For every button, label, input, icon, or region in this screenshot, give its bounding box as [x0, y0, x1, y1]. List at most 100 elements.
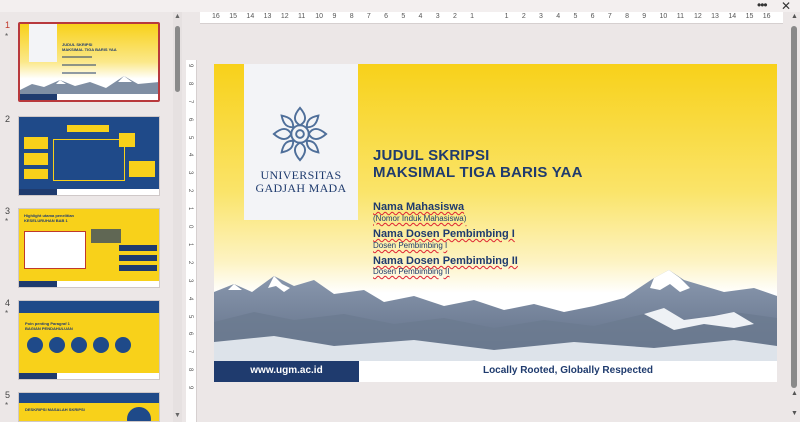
- vertical-ruler: 9 8 7 6 5 4 3 2 1 0 1 2 3 4 5 6 7 8 9: [186, 60, 197, 422]
- ruler-label: 14: [246, 13, 255, 20]
- supervisor1-name[interactable]: Nama Dosen Pembimbing I: [373, 228, 515, 240]
- ruler-label: 5: [187, 135, 193, 139]
- ruler-label: 11: [298, 13, 306, 20]
- university-name-line2: GADJAH MADA: [255, 181, 347, 195]
- thumbnail-number: 5: [5, 390, 11, 400]
- ruler-label: 5: [401, 13, 406, 20]
- thumb-footer: [20, 94, 158, 100]
- ruler-label: 16: [762, 13, 771, 20]
- scrollbar-thumb[interactable]: [791, 26, 797, 388]
- ruler-label: 7: [187, 350, 193, 354]
- ruler-label: 6: [384, 13, 389, 20]
- slide-title-line2[interactable]: MAKSIMAL TIGA BARIS YAA: [373, 164, 583, 181]
- thumb-circle: [49, 337, 65, 353]
- thumbnail-number: 2: [5, 114, 11, 124]
- thumb-circle: [71, 337, 87, 353]
- ruler-label: 3: [435, 13, 440, 20]
- ruler-label: 1: [470, 13, 475, 20]
- thumb-diagram: [53, 139, 125, 181]
- ruler-label: 9: [332, 13, 337, 20]
- scroll-up-icon[interactable]: ▲: [174, 13, 181, 20]
- ruler-label: 4: [187, 153, 193, 157]
- ruler-label: 1: [504, 13, 509, 20]
- thumbnail-star: *: [5, 401, 9, 410]
- slide-thumbnail-1[interactable]: JUDUL SKRIPSI MAKSIMAL TIGA BARIS YAA: [18, 22, 160, 102]
- thumb-title: Highlight utama penelitian KESELURUHAN B…: [24, 213, 75, 223]
- slide-canvas[interactable]: UNIVERSITAS GADJAH MADA JUDUL SKRIPSI MA…: [214, 64, 777, 382]
- ruler-label: 9: [187, 64, 193, 68]
- scrollbar-thumb[interactable]: [175, 26, 180, 92]
- ruler-label: 13: [711, 13, 719, 20]
- ruler-label: 2: [521, 13, 526, 20]
- ruler-label: 3: [539, 13, 543, 20]
- ruler-label: 7: [187, 99, 193, 104]
- thumb-logo-box: [29, 24, 57, 62]
- thumbnail-star: *: [5, 217, 9, 226]
- thumb-block: [119, 265, 157, 271]
- thumb-block: [119, 255, 157, 261]
- ruler-label: 12: [280, 13, 289, 20]
- ruler-label: 6: [187, 332, 193, 336]
- thumb-block: [119, 245, 157, 251]
- supervisor1-role[interactable]: Dosen Pembimbing I: [373, 241, 447, 250]
- footer-tagline[interactable]: Locally Rooted, Globally Respected: [359, 365, 777, 376]
- thumb-circle: [127, 407, 151, 421]
- ruler-label: 11: [676, 13, 684, 20]
- slide-title-line1[interactable]: JUDUL SKRIPSI: [373, 147, 490, 164]
- ruler-label: 2: [452, 13, 457, 20]
- student-name[interactable]: Nama Mahasiswa: [373, 201, 464, 213]
- thumb-text-line: [62, 56, 92, 58]
- ruler-label: 3: [187, 171, 193, 175]
- ruler-label: 7: [607, 13, 612, 20]
- slide-thumbnail-5[interactable]: DESKRIPSI MASALAH SKRIPSI: [18, 392, 160, 422]
- university-crest-icon: [272, 106, 328, 162]
- thumb-block: [24, 231, 86, 269]
- thumb-circle: [115, 337, 131, 353]
- ruler-label: 10: [659, 13, 668, 20]
- ruler-label: 8: [625, 13, 629, 20]
- next-slide-icon[interactable]: ▼: [791, 410, 798, 417]
- slide-thumbnail-4[interactable]: Poin penting Paragraf 1 BAGIAN PENDAHULU…: [18, 300, 160, 380]
- ruler-label: 14: [728, 13, 737, 20]
- top-strip: [0, 0, 800, 12]
- mountains-image: [214, 270, 777, 362]
- thumbnail-star: *: [5, 32, 9, 41]
- student-id[interactable]: (Nomor Induk Mahasiswa): [373, 214, 466, 223]
- editor-scrollbar[interactable]: ▲ ▲ ▼: [788, 12, 800, 422]
- thumb-header-bar: [19, 393, 159, 403]
- ruler-label: 1: [187, 242, 193, 247]
- thumb-block: [24, 153, 48, 165]
- ruler-label: 13: [263, 13, 272, 20]
- ruler-label: 5: [187, 314, 193, 318]
- ruler-label: 3: [187, 278, 193, 283]
- ruler-label: 2: [187, 260, 193, 265]
- logo-box: UNIVERSITAS GADJAH MADA: [244, 64, 358, 220]
- slide-thumbnail-panel: 1 * JUDUL SKRIPSI MAKSIMAL TIGA BARIS YA…: [0, 12, 172, 422]
- scroll-up-icon[interactable]: ▲: [791, 13, 798, 20]
- previous-slide-icon[interactable]: ▲: [791, 390, 798, 397]
- thumb-text-line: [62, 64, 96, 66]
- more-options-icon[interactable]: •••: [757, 0, 768, 12]
- footer-url[interactable]: www.ugm.ac.id: [214, 365, 359, 376]
- thumb-heading-block: [67, 125, 109, 132]
- thumbnail-number: 4: [5, 298, 11, 308]
- ruler-label: 16: [212, 13, 220, 20]
- ruler-label: 5: [573, 13, 578, 20]
- ruler-label: 12: [693, 13, 702, 20]
- thumb-circle: [93, 337, 109, 353]
- ruler-label: 9: [642, 13, 647, 20]
- thumb-block: [24, 169, 48, 179]
- thumb-title: DESKRIPSI MASALAH SKRIPSI: [25, 407, 85, 412]
- slide-thumbnail-3[interactable]: Highlight utama penelitian KESELURUHAN B…: [18, 208, 160, 288]
- slide-thumbnail-2[interactable]: [18, 116, 160, 196]
- thumb-footer: [19, 281, 159, 287]
- scroll-down-icon[interactable]: ▼: [174, 412, 181, 419]
- ruler-label: 15: [229, 13, 237, 20]
- thumb-footer: [19, 373, 159, 379]
- thumb-title: Poin penting Paragraf 1 BAGIAN PENDAHULU…: [25, 321, 73, 331]
- thumbnail-scrollbar[interactable]: ▲ ▼: [173, 12, 182, 422]
- ruler-label: 2: [187, 189, 193, 193]
- thumb-block: [24, 137, 48, 149]
- ruler-label: 8: [187, 81, 193, 86]
- ruler-label: 4: [556, 13, 561, 20]
